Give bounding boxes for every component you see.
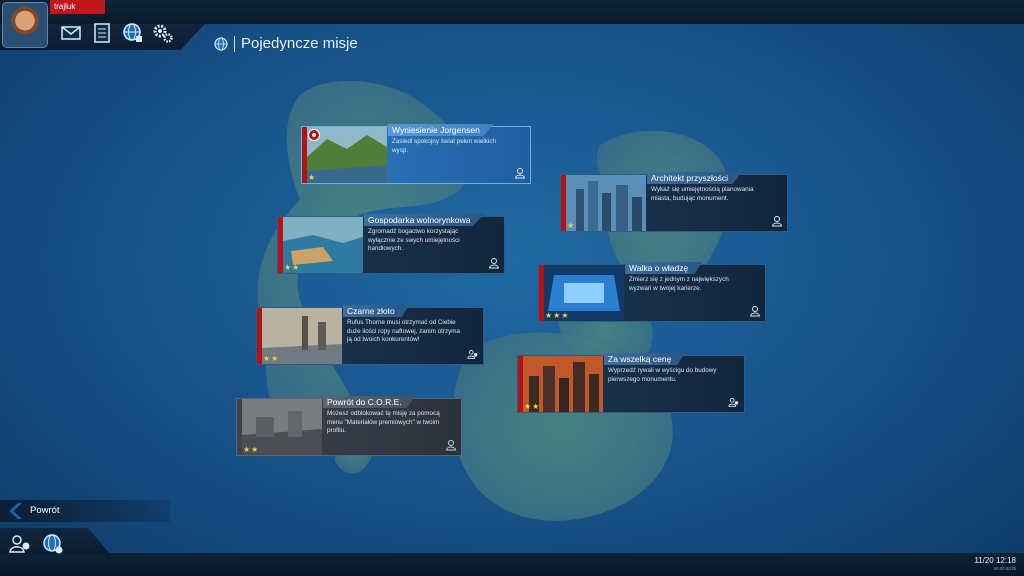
mission-stars: ★ (308, 173, 317, 182)
single-player-icon (514, 168, 526, 179)
mission-title: Za wszelką cenę (604, 353, 686, 365)
world-map (257, 80, 731, 521)
difficulty-badge-icon (308, 129, 320, 141)
mission-stars: ★★ (243, 445, 260, 454)
mission-thumbnail (566, 175, 646, 231)
encyclopedia-icon[interactable] (91, 22, 113, 44)
mission-description: Zgromadź bogactwo korzystając wyłącznie … (368, 228, 460, 252)
player-avatar[interactable] (2, 2, 48, 48)
mission-stars: ★ (567, 221, 576, 230)
version-label: v0.00.6215 (993, 566, 1016, 571)
clock: 11/20 12:18 (974, 556, 1016, 565)
mission-card[interactable]: Za wszelką cenę Wyprzedź rywali w wyścig… (517, 353, 745, 413)
single-player-icon (445, 440, 457, 451)
globe-icon (214, 37, 228, 51)
bottom-bar (0, 553, 1024, 576)
single-player-icon (749, 306, 761, 317)
back-label: Powrót (30, 505, 60, 516)
back-chevron-icon (9, 503, 22, 519)
mission-stars: ★★ (284, 263, 301, 272)
friends-icon[interactable] (9, 534, 33, 554)
mission-title: Architekt przyszłości (647, 172, 742, 184)
mission-title: Powrót do C.O.R.E. (323, 396, 416, 408)
username: trajluk (50, 0, 105, 14)
multiplayer-icon (467, 349, 478, 359)
mission-card[interactable]: Architekt przyszłości Wykaż się umiejętn… (560, 172, 788, 232)
mission-title: Wyniesienie Jorgensen (388, 124, 494, 136)
settings-gear-icon[interactable] (152, 22, 174, 44)
single-player-icon (771, 216, 783, 227)
mission-stars: ★★ (524, 402, 541, 411)
mission-card[interactable]: Czarne złoto Rufus Thorne musi otrzymać … (256, 305, 484, 365)
mission-card[interactable]: Wyniesienie Jorgensen Zasiedl spokojny ś… (301, 124, 531, 184)
mission-description: Zasiedl spokojny świat pełen wielkich wy… (392, 138, 496, 154)
network-globe-icon[interactable] (122, 22, 144, 44)
mission-description: Rufus Thorne musi otrzymać od Ciebie duż… (347, 319, 461, 343)
multiplayer-icon (728, 397, 739, 407)
mission-card[interactable]: Gospodarka wolnorynkowa Zgromadź bogactw… (277, 214, 505, 274)
mission-description: Zmierz się z jednym z największych wyzwa… (629, 276, 729, 292)
mission-title: Walka o władzę (625, 262, 703, 274)
single-player-icon (488, 258, 500, 269)
mission-description: Możesz odblokować tę misję za pomocą men… (327, 410, 440, 434)
mission-title: Czarne złoto (343, 305, 409, 317)
mission-card-locked[interactable]: Powrót do C.O.R.E. Możesz odblokować tę … (236, 396, 462, 456)
mail-icon[interactable] (60, 22, 82, 44)
mission-description: Wykaż się umiejętnością planowania miast… (651, 186, 754, 202)
mission-card[interactable]: Walka o władzę Zmierz się z jednym z naj… (538, 262, 766, 322)
mission-title: Gospodarka wolnorynkowa (364, 214, 485, 226)
mission-stars: ★★ (263, 354, 280, 363)
back-button[interactable]: Powrót (0, 500, 170, 522)
page-header: Pojedyncze misje (214, 34, 358, 54)
page-title: Pojedyncze misje (234, 36, 358, 52)
top-bar (0, 0, 1024, 24)
mission-stars: ★★★ (545, 311, 570, 320)
community-globe-icon[interactable] (41, 533, 65, 555)
mission-description: Wyprzedź rywali w wyścigu do budowy pier… (608, 367, 717, 383)
